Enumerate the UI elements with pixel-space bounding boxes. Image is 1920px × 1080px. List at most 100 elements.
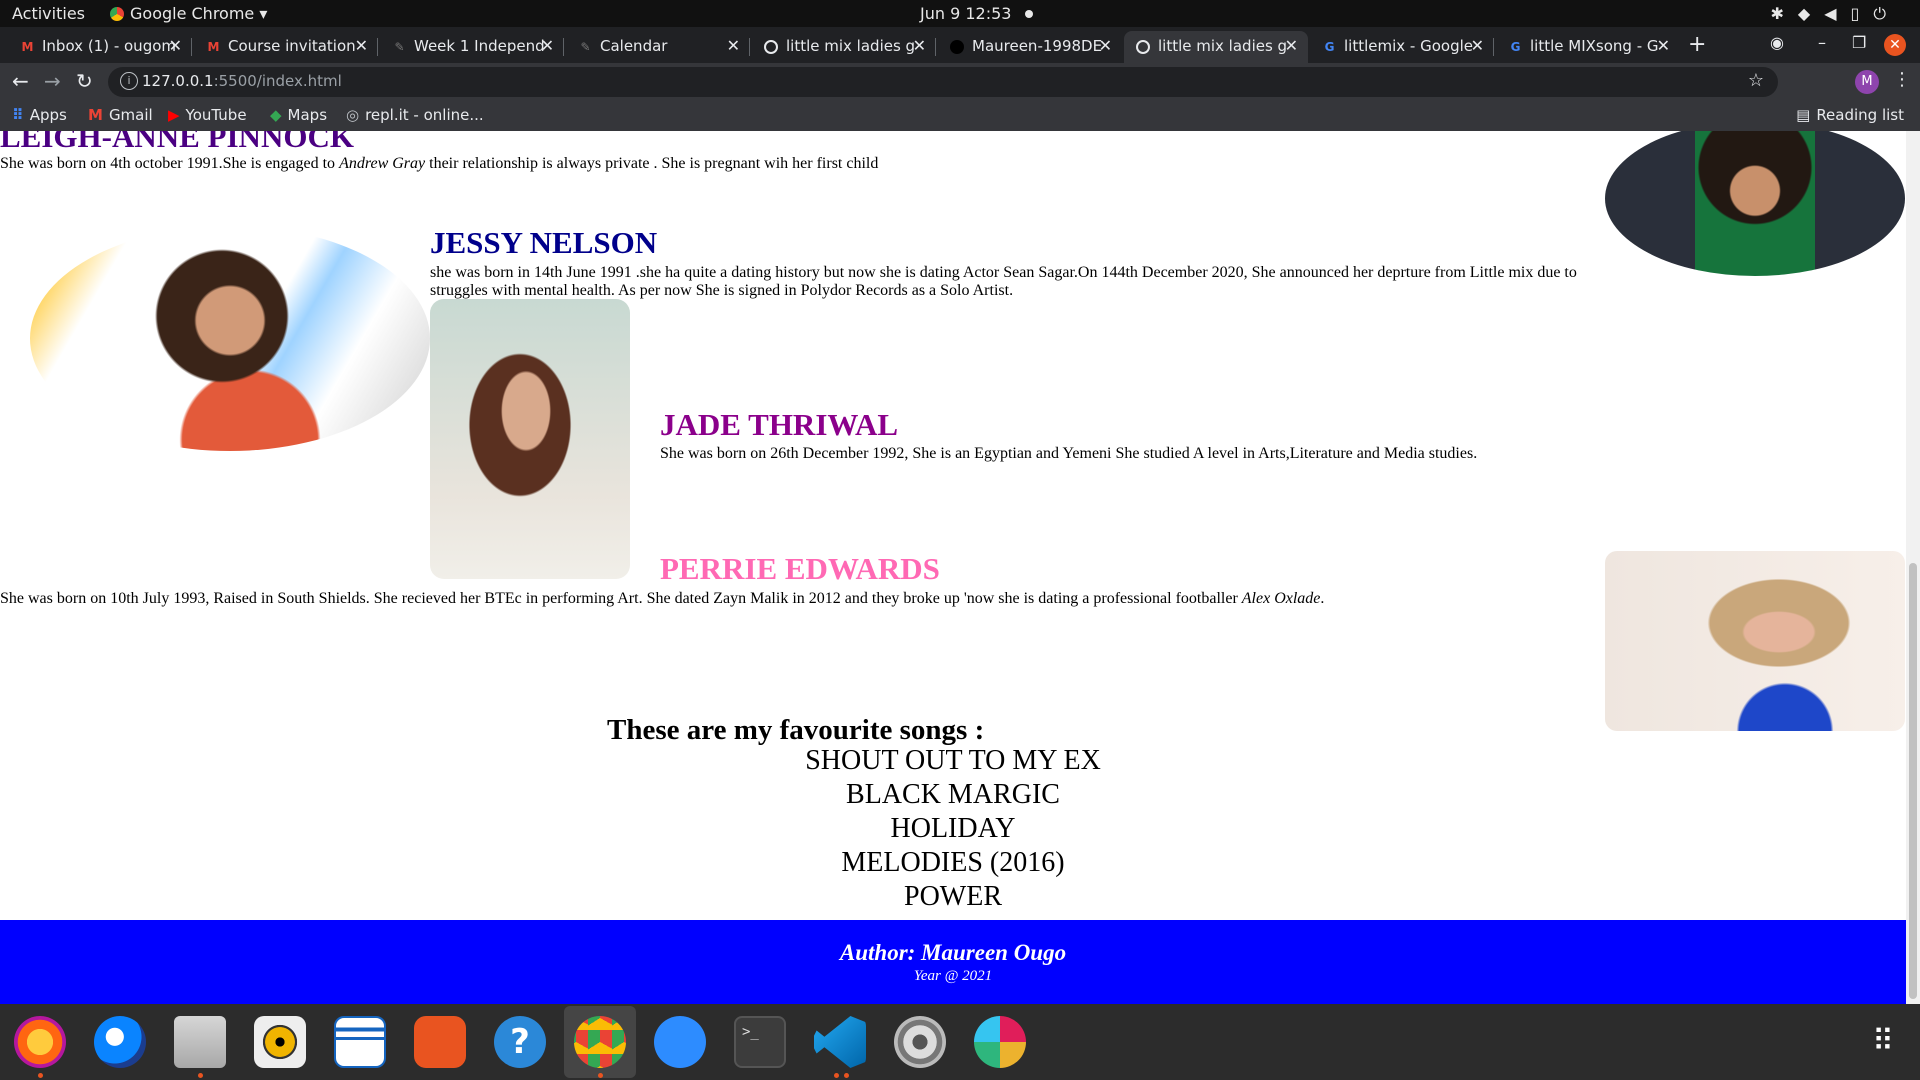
- tab-little-mix-1[interactable]: little mix ladies g ✕: [752, 31, 936, 63]
- help-icon[interactable]: ?: [494, 1016, 546, 1068]
- close-tab-icon[interactable]: ✕: [1099, 36, 1112, 55]
- battery-icon[interactable]: ▯: [1851, 4, 1874, 23]
- url-host: 127.0.0.1: [142, 72, 214, 90]
- activities-button[interactable]: Activities: [12, 4, 85, 23]
- tab-title: little mix ladies g: [1158, 37, 1288, 55]
- replit-icon: ◎: [346, 106, 360, 124]
- address-bar[interactable]: i 127.0.0.1:5500/index.html ☆: [108, 67, 1778, 97]
- system-tray[interactable]: ✱◆◀▯⏻: [1771, 4, 1901, 24]
- bio-text: She was born on 4th october 1991.She is …: [0, 155, 340, 172]
- perrie-bio: She was born on 10th July 1993, Raised i…: [0, 590, 1500, 608]
- terminal-icon[interactable]: >_: [734, 1016, 786, 1068]
- new-tab-button[interactable]: +: [1688, 32, 1706, 57]
- close-tab-icon[interactable]: ✕: [169, 36, 182, 55]
- leigh-anne-heading: LEIGH-ANNE PINNOCK: [0, 131, 354, 154]
- zoom-icon[interactable]: [654, 1016, 706, 1068]
- power-icon[interactable]: ⏻: [1873, 4, 1900, 23]
- tab-calendar[interactable]: ✎ Calendar ✕: [566, 31, 750, 63]
- volume-icon[interactable]: ◀: [1824, 4, 1850, 23]
- software-icon[interactable]: [414, 1016, 466, 1068]
- back-button[interactable]: ←: [12, 69, 29, 93]
- tab-title: Course invitation: [228, 37, 356, 55]
- close-window-button[interactable]: ✕: [1884, 34, 1906, 56]
- bookmark-youtube[interactable]: ▶ YouTube: [168, 106, 247, 124]
- bookmark-label: Gmail: [108, 106, 153, 124]
- globe-icon: [764, 40, 778, 54]
- jade-photo: [430, 299, 630, 579]
- clock[interactable]: Jun 9 12:53: [920, 4, 1034, 23]
- tab-inbox[interactable]: M Inbox (1) - ougom ✕: [8, 31, 192, 63]
- song-item: MELODIES (2016): [841, 847, 1065, 878]
- close-tab-icon[interactable]: ✕: [355, 36, 368, 55]
- bookmark-star-icon[interactable]: ☆: [1748, 70, 1764, 91]
- reload-button[interactable]: ↻: [76, 69, 93, 93]
- notification-dot: [1025, 10, 1034, 18]
- close-tab-icon[interactable]: ✕: [913, 36, 926, 55]
- page-footer: Author: Maureen Ougo Year @ 2021: [0, 920, 1906, 1004]
- bookmark-apps[interactable]: ⠿ Apps: [12, 106, 67, 124]
- leigh-anne-photo: [1605, 131, 1905, 276]
- song-item: SHOUT OUT TO MY EX: [805, 745, 1101, 776]
- page-scrollbar[interactable]: [1906, 131, 1920, 1004]
- forward-button[interactable]: →: [44, 69, 61, 93]
- bookmark-label: Maps: [287, 106, 328, 124]
- bookmark-gmail[interactable]: M Gmail: [88, 106, 153, 124]
- feather-icon: ✎: [580, 40, 591, 54]
- close-tab-icon[interactable]: ✕: [1471, 36, 1484, 55]
- tab-week1[interactable]: ✎ Week 1 Independ ✕: [380, 31, 564, 63]
- tab-strip: M Inbox (1) - ougom ✕ M Course invitation ✕ …: [0, 27, 1920, 63]
- window-controls: ◉ – ❐ ✕: [1760, 27, 1920, 63]
- vscode-icon[interactable]: [814, 1016, 866, 1068]
- chrome-icon[interactable]: [574, 1016, 626, 1068]
- slack-tray-icon[interactable]: ✱: [1771, 4, 1798, 23]
- bio-emphasis: Alex Oxlade: [1241, 590, 1321, 607]
- close-tab-icon[interactable]: ✕: [541, 36, 554, 55]
- bookmark-replit[interactable]: ◎ repl.it - online...: [346, 106, 484, 124]
- site-info-icon[interactable]: i: [120, 72, 138, 90]
- song-item: HOLIDAY: [890, 813, 1016, 844]
- tab-little-mix-active[interactable]: little mix ladies g ✕: [1124, 31, 1308, 63]
- google-icon: G: [1324, 40, 1335, 54]
- slack-icon[interactable]: [974, 1016, 1026, 1068]
- chrome-menu-icon[interactable]: ⋮: [1893, 69, 1911, 90]
- bookmark-maps[interactable]: ◆ Maps: [270, 106, 327, 124]
- tab-course-invitation[interactable]: M Course invitation ✕: [194, 31, 378, 63]
- tab-github[interactable]: Maureen-1998DE ✕: [938, 31, 1122, 63]
- apps-grid-icon: ⠿: [12, 106, 24, 124]
- reading-list-button[interactable]: ▤ Reading list: [1796, 106, 1904, 124]
- app-menu[interactable]: Google Chrome ▾: [110, 4, 267, 23]
- bookmarks-bar: ⠿ Apps M Gmail ▶ YouTube ◆ Maps ◎ repl.it - o…: [0, 101, 1920, 131]
- song-item: BLACK MARGIC: [846, 779, 1060, 810]
- maximize-button[interactable]: ❐: [1852, 33, 1866, 52]
- gmail-icon: M: [21, 40, 34, 54]
- app-menu-label: Google Chrome ▾: [130, 4, 268, 23]
- thunderbird-icon[interactable]: [94, 1016, 146, 1068]
- songs-heading: These are my favourite songs :: [607, 714, 985, 746]
- jade-bio: She was born on 26th December 1992, She …: [660, 445, 1478, 462]
- bio-text: .: [1320, 590, 1325, 607]
- tab-search-icon[interactable]: ◉: [1770, 33, 1784, 52]
- wifi-icon[interactable]: ◆: [1798, 4, 1824, 23]
- page-viewport[interactable]: LEIGH-ANNE PINNOCK She was born on 4th o…: [0, 131, 1906, 1004]
- perrie-photo: [1605, 551, 1905, 731]
- tab-title: littlemix - Google: [1344, 37, 1473, 55]
- minimize-button[interactable]: –: [1818, 33, 1826, 52]
- files-icon[interactable]: [174, 1016, 226, 1068]
- app-grid-icon[interactable]: ⠿: [1856, 1016, 1908, 1068]
- rhythmbox-icon[interactable]: [254, 1016, 306, 1068]
- close-tab-icon[interactable]: ✕: [1285, 36, 1298, 55]
- close-tab-icon[interactable]: ✕: [1657, 36, 1670, 55]
- profile-avatar[interactable]: M: [1855, 70, 1879, 94]
- reading-list-icon: ▤: [1796, 106, 1811, 124]
- clock-label: Jun 9 12:53: [920, 4, 1012, 23]
- tab-littlemix-google[interactable]: Glittlemix - Google ✕: [1310, 31, 1494, 63]
- song-item: POWER: [904, 881, 1002, 912]
- bookmark-label: Apps: [29, 106, 67, 124]
- close-tab-icon[interactable]: ✕: [727, 36, 740, 55]
- firefox-icon[interactable]: [14, 1016, 66, 1068]
- settings-icon[interactable]: [894, 1016, 946, 1068]
- youtube-icon: ▶: [168, 106, 180, 124]
- writer-icon[interactable]: [334, 1016, 386, 1068]
- tab-littlemixsong-google[interactable]: Glittle MIXsong - G ✕: [1496, 31, 1680, 63]
- scrollbar-thumb[interactable]: [1909, 563, 1917, 999]
